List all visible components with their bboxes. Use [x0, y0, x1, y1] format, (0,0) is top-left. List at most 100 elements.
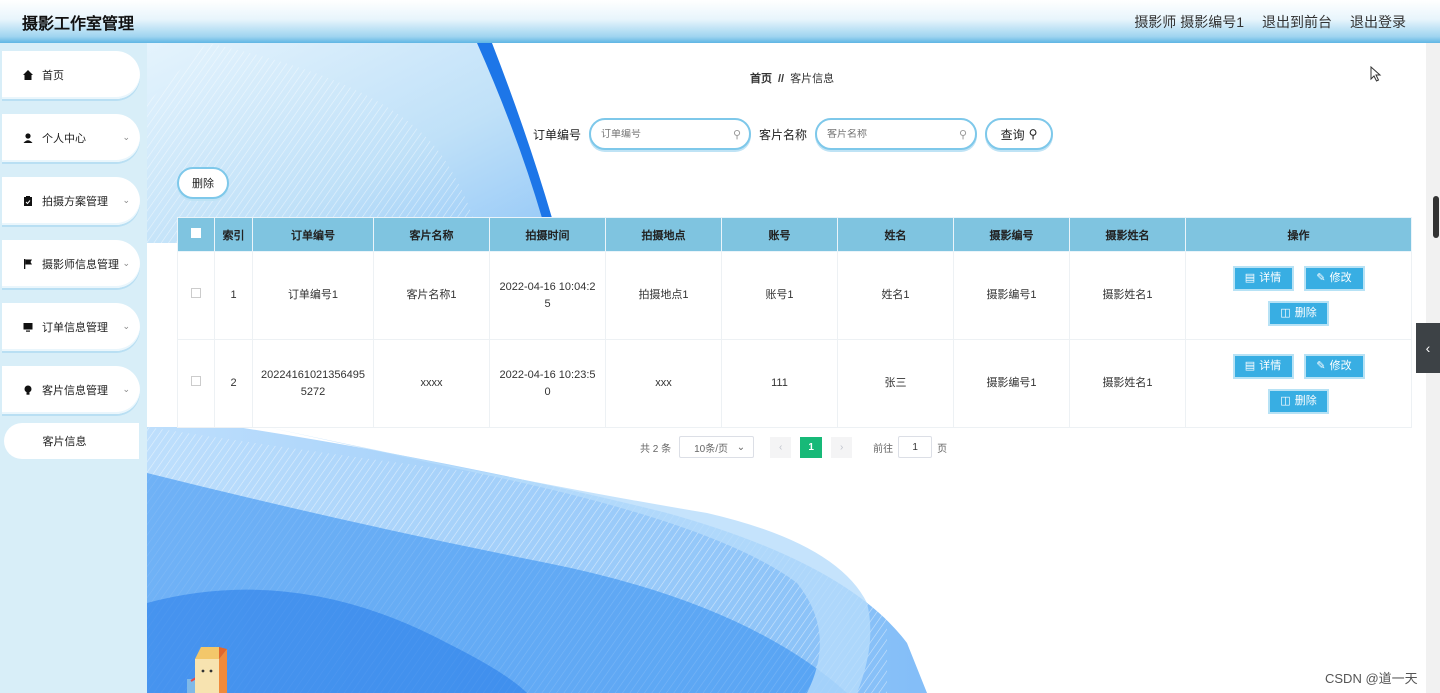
- query-button-label: 查询: [1000, 127, 1025, 142]
- app-title: 摄影工作室管理: [22, 15, 135, 33]
- select-all-cell[interactable]: [177, 217, 215, 252]
- trash-icon: ◫: [1280, 394, 1291, 407]
- sidebar-item-photographer-info[interactable]: 摄影师信息管理 ⌄: [2, 240, 140, 288]
- goto-page-input[interactable]: 1: [898, 436, 933, 458]
- row-checkbox[interactable]: [191, 288, 201, 298]
- column-header: 摄影编号: [953, 217, 1070, 252]
- photo-name-cell: xxxx: [373, 339, 490, 428]
- shoot-time-cell: 2022-04-16 10:23:50: [489, 339, 606, 428]
- account-cell: 111: [721, 339, 838, 428]
- prev-page-button[interactable]: ‹: [770, 436, 792, 458]
- sidebar-item-order-info[interactable]: 订单信息管理 ⌄: [2, 303, 140, 351]
- trash-icon: ◫: [1280, 306, 1291, 319]
- column-header: 姓名: [837, 217, 954, 252]
- search-icon: ⚲: [958, 129, 968, 141]
- user-icon: [22, 132, 34, 144]
- column-header: 客片名称: [373, 217, 490, 252]
- detail-button[interactable]: ▤ 详情: [1232, 265, 1294, 291]
- page-number-current[interactable]: 1: [800, 436, 823, 458]
- mouse-cursor-icon: [1370, 66, 1382, 82]
- order-number-cell: 订单编号1: [252, 251, 374, 340]
- back-to-front-link[interactable]: 退出到前台: [1262, 12, 1332, 32]
- clipboard-icon: [22, 195, 34, 207]
- column-header: 操作: [1185, 217, 1412, 252]
- row-checkbox[interactable]: [191, 376, 201, 386]
- query-button[interactable]: 查询 ⚲: [985, 118, 1054, 150]
- table-row: 2 202241610213564955272 xxxx 2022-04-16 …: [177, 339, 1412, 428]
- monitor-icon: [22, 321, 34, 333]
- order-number-field[interactable]: ⚲: [589, 118, 752, 150]
- pencil-icon: ✎: [1316, 271, 1326, 284]
- delete-button[interactable]: ◫ 删除: [1268, 388, 1329, 414]
- order-number-input[interactable]: [601, 128, 722, 140]
- sidebar-item-shooting-plan[interactable]: 拍摄方案管理 ⌄: [2, 177, 140, 225]
- sidebar-item-personal-center[interactable]: 个人中心 ⌄: [2, 114, 140, 162]
- side-panel-toggle[interactable]: ‹: [1416, 323, 1440, 373]
- home-icon: [22, 69, 34, 81]
- detail-button[interactable]: ▤ 详情: [1232, 353, 1294, 379]
- logout-link[interactable]: 退出登录: [1350, 12, 1406, 32]
- row-select-cell[interactable]: [177, 339, 215, 428]
- breadcrumb-home[interactable]: 首页: [750, 73, 772, 85]
- column-header: 摄影姓名: [1069, 217, 1186, 252]
- search-icon: ⚲: [732, 129, 742, 141]
- sidebar-item-home[interactable]: 首页: [2, 51, 140, 99]
- column-header: 拍摄地点: [605, 217, 722, 252]
- page-suffix: 页: [937, 443, 948, 455]
- search-form: 订单编号 ⚲ 客片名称 ⚲ 查询 ⚲: [533, 118, 1054, 150]
- edit-button[interactable]: ✎ 修改: [1303, 353, 1365, 379]
- sidebar-item-label: 拍摄方案管理: [42, 196, 108, 208]
- photographer-name-cell: 摄影姓名1: [1069, 339, 1186, 428]
- sidebar-item-label: 个人中心: [42, 133, 86, 145]
- sidebar-item-label: 订单信息管理: [42, 322, 108, 334]
- breadcrumb-separator: //: [778, 73, 785, 85]
- photographer-id-cell: 摄影编号1: [953, 251, 1070, 340]
- photo-name-input[interactable]: [827, 128, 948, 140]
- page-scrollbar-thumb[interactable]: [1433, 196, 1439, 238]
- batch-delete-button[interactable]: 删除: [177, 167, 229, 199]
- order-number-label: 订单编号: [533, 127, 582, 142]
- photographer-name-cell: 摄影姓名1: [1069, 251, 1186, 340]
- sidebar-item-label: 首页: [42, 70, 64, 82]
- pagination: 共 2 条 10条/页 ⌄ ‹ 1 › 前往 1 页: [640, 436, 947, 458]
- delete-button[interactable]: ◫ 删除: [1268, 300, 1329, 326]
- page-size-select[interactable]: 10条/页 ⌄: [679, 436, 755, 458]
- flag-icon: [22, 258, 34, 270]
- select-all-checkbox[interactable]: [191, 228, 201, 238]
- main-content: 首页 // 客片信息 订单编号 ⚲ 客片名称 ⚲ 查询 ⚲ 删除 索引 订单编号: [147, 43, 1426, 693]
- index-cell: 1: [214, 251, 253, 340]
- photo-name-label: 客片名称: [759, 127, 808, 142]
- chevron-right-icon: ›: [839, 441, 844, 453]
- shoot-place-cell: 拍摄地点1: [605, 251, 722, 340]
- actions-cell: ▤ 详情 ✎ 修改 ◫ 删除: [1185, 339, 1412, 428]
- chevron-left-icon: ‹: [1425, 340, 1431, 356]
- order-number-cell: 202241610213564955272: [252, 339, 374, 428]
- top-nav: 摄影师 摄影编号1 退出到前台 退出登录: [1134, 12, 1406, 32]
- sidebar-item-label: 摄影师信息管理: [42, 259, 119, 271]
- table-header-row: 索引 订单编号 客片名称 拍摄时间 拍摄地点 账号 姓名 摄影编号 摄影姓名 操…: [177, 217, 1412, 252]
- column-header: 订单编号: [252, 217, 374, 252]
- sidebar: 首页 个人中心 ⌄ 拍摄方案管理 ⌄ 摄影师信息管理 ⌄ 订单信息管理 ⌄ 客片…: [0, 43, 147, 693]
- sidebar-item-label: 客片信息管理: [42, 385, 108, 397]
- photographer-id-cell: 摄影编号1: [953, 339, 1070, 428]
- sidebar-subitem-client-photo-info[interactable]: 客片信息: [4, 423, 139, 459]
- document-icon: ▤: [1244, 271, 1256, 284]
- account-cell: 账号1: [721, 251, 838, 340]
- photo-name-field[interactable]: ⚲: [815, 118, 978, 150]
- chevron-down-icon: ⌄: [122, 384, 130, 394]
- pencil-icon: ✎: [1316, 359, 1326, 372]
- lightbulb-icon: [22, 384, 34, 396]
- shoot-place-cell: xxx: [605, 339, 722, 428]
- index-cell: 2: [214, 339, 253, 428]
- next-page-button[interactable]: ›: [831, 436, 853, 458]
- photo-name-cell: 客片名称1: [373, 251, 490, 340]
- chevron-down-icon: ⌄: [122, 321, 130, 331]
- sidebar-item-client-photo[interactable]: 客片信息管理 ⌄: [2, 366, 140, 414]
- column-header: 索引: [214, 217, 253, 252]
- row-select-cell[interactable]: [177, 251, 215, 340]
- edit-button[interactable]: ✎ 修改: [1303, 265, 1365, 291]
- table-row: 1 订单编号1 客片名称1 2022-04-16 10:04:25 拍摄地点1 …: [177, 251, 1412, 340]
- total-count: 共 2 条: [640, 443, 672, 455]
- goto-label: 前往: [873, 443, 894, 455]
- current-user: 摄影师 摄影编号1: [1134, 13, 1244, 30]
